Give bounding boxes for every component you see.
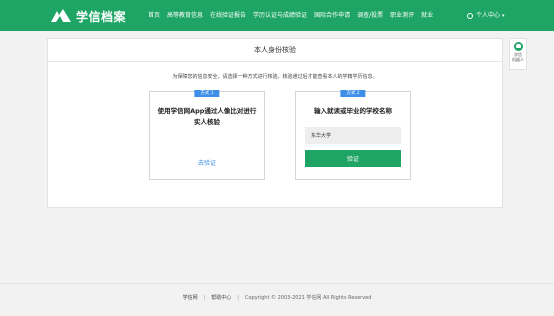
nav-home[interactable]: 首页 [148,10,160,22]
footer-copyright: Copyright © 2003-2021 学信网 All Rights Res… [244,295,372,301]
logo-text: 学信档案 [76,9,127,24]
logo-mark-icon [51,9,71,22]
school-name-input[interactable] [305,127,401,144]
nav-career-test[interactable]: 职业测评 [390,10,414,22]
user-center-menu[interactable]: 个人中心 ▾ [467,10,505,22]
footer-link-chsi[interactable]: 学信网 [183,294,198,301]
page-title: 本人身份核验 [48,39,502,62]
logo[interactable]: 学信档案 [50,8,126,24]
chevron-down-icon: ▾ [502,13,505,19]
verify-option-app: 方式 1 使用学信网App通过人像比对进行实人核验 去验证 [149,90,265,180]
nav-higher-education[interactable]: 高等教育信息 [167,10,203,22]
footer-divider [0,283,554,284]
footer: 学信网 | 帮助中心 | Copyright © 2003-2021 学信网 All R… [0,294,554,301]
security-notice: 为保障您的信息安全，请选择一种方式进行核验，核验通过后才能查看本人的学籍学历信息… [172,74,378,80]
user-center-label: 个人中心 [476,12,501,19]
option-title-1: 使用学信网App通过人像比对进行实人核验 [157,107,257,126]
nav-survey[interactable]: 调查/投票 [357,10,383,22]
nav-employment[interactable]: 就业 [421,10,433,22]
nav-online-report[interactable]: 在线验证报告 [210,10,246,22]
nav-certification[interactable]: 学历认证与成绩验证 [253,10,307,22]
go-verify-link[interactable]: 去验证 [150,158,264,167]
chatbot-label-2: 机器人 [512,57,524,62]
robot-icon [513,42,523,51]
verify-button[interactable]: 验证 [305,150,401,167]
user-icon [467,13,473,19]
footer-separator: | [237,295,239,301]
nav-international[interactable]: 国际合作申请 [314,10,350,22]
footer-separator: | [203,295,206,301]
option-badge-1: 方式 1 [194,90,220,97]
identity-verification-card: 本人身份核验 为保障您的信息安全，请选择一种方式进行核验，核验通过后才能查看本人… [47,38,503,208]
main-nav: 首页 高等教育信息 在线验证报告 学历认证与成绩验证 国际合作申请 调查/投票 … [148,10,440,22]
option-badge-2: 方式 2 [340,90,366,97]
top-header: 学信档案 首页 高等教育信息 在线验证报告 学历认证与成绩验证 国际合作申请 调… [0,0,554,31]
chatbot-widget[interactable]: 学信 机器人 [509,38,527,70]
footer-link-help[interactable]: 帮助中心 [211,294,231,301]
verify-option-school: 方式 2 输入就读或毕业的学校名称 验证 [295,90,411,180]
option-title-2: 输入就读或毕业的学校名称 [314,107,392,115]
